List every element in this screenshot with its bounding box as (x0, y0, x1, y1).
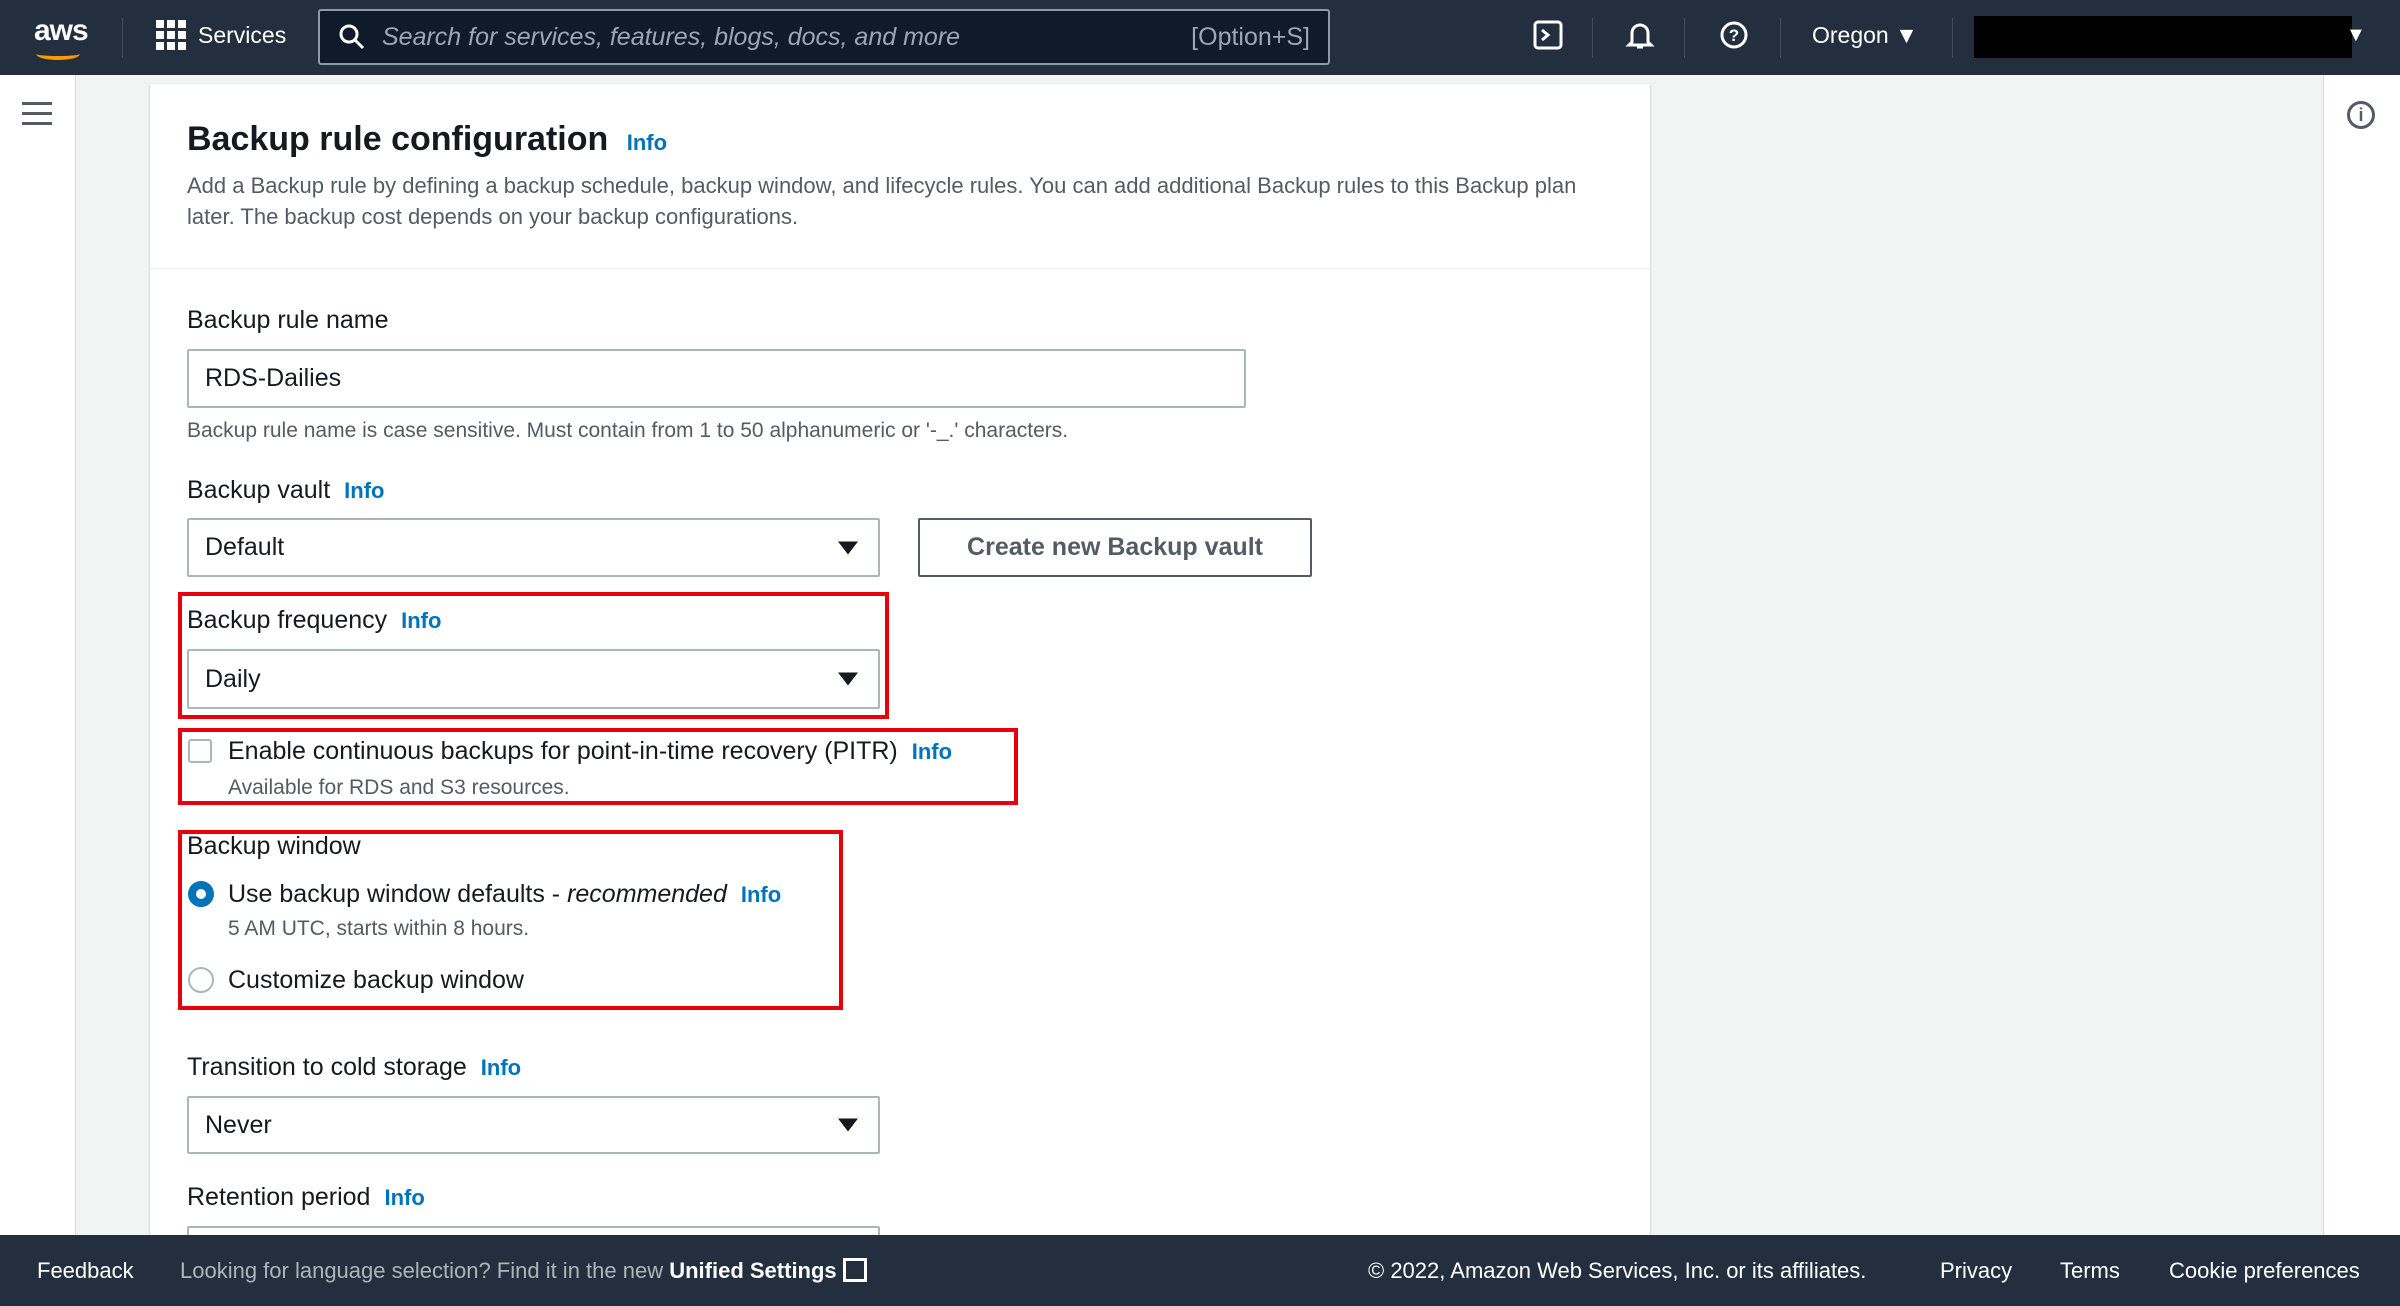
window-custom-label: Customize backup window (228, 966, 524, 994)
unified-settings-link[interactable]: Unified Settings (669, 1258, 836, 1283)
rule-name-value: RDS-Dailies (205, 364, 342, 392)
frequency-select[interactable]: Daily (187, 649, 880, 709)
rule-name-hint: Backup rule name is case sensitive. Must… (187, 419, 1069, 442)
section-description: Add a Backup rule by defining a backup s… (187, 173, 1577, 229)
vault-value: Default (205, 533, 285, 561)
search-placeholder: Search for services, features, blogs, do… (382, 22, 961, 51)
window-default-label: Use backup window defaults - (228, 880, 568, 908)
right-help-rail (2323, 75, 2400, 1235)
grid-icon (156, 20, 186, 50)
divider (1780, 18, 1781, 58)
vault-select[interactable]: Default (187, 518, 880, 577)
feedback-link[interactable]: Feedback (37, 1258, 134, 1284)
frequency-value: Daily (205, 664, 261, 693)
region-label: Oregon (1812, 22, 1889, 48)
cold-storage-select[interactable]: Never (187, 1096, 880, 1154)
pitr-label: Enable continuous backups for point-in-t… (228, 737, 898, 765)
info-link[interactable]: Info (912, 739, 952, 764)
section-header: Backup rule configuration Info (187, 120, 667, 159)
caret-down-icon: ▼ (1895, 22, 1918, 48)
caret-down-icon (838, 672, 858, 686)
info-link[interactable]: Info (344, 478, 384, 503)
divider (1684, 18, 1685, 58)
help-icon[interactable]: ? (1716, 20, 1752, 56)
backup-window-label: Backup window (187, 832, 361, 860)
search-input[interactable]: Search for services, features, blogs, do… (318, 9, 1330, 65)
frequency-label: Backup frequency (187, 606, 388, 634)
privacy-link[interactable]: Privacy (1940, 1258, 2012, 1284)
caret-down-icon[interactable]: ▼ (2346, 24, 2366, 47)
info-link[interactable]: Info (741, 882, 781, 907)
info-link[interactable]: Info (481, 1055, 521, 1080)
page-title: Backup rule configuration (187, 120, 609, 158)
search-icon (339, 24, 365, 50)
divider (1952, 18, 1953, 58)
pitr-hint: Available for RDS and S3 resources. (228, 776, 570, 799)
account-menu-redacted[interactable] (1974, 16, 2352, 58)
divider (122, 18, 123, 58)
cloudshell-icon[interactable] (1530, 20, 1566, 56)
vault-label: Backup vault (187, 476, 331, 504)
aws-logo[interactable]: aws (34, 14, 89, 60)
window-custom-radio[interactable] (188, 967, 214, 993)
language-text: Looking for language selection? Find it … (180, 1258, 670, 1283)
logo-text: aws (34, 14, 89, 47)
cold-storage-value: Never (205, 1110, 272, 1139)
info-link[interactable]: Info (384, 1185, 424, 1210)
rule-name-label: Backup rule name (187, 306, 389, 334)
footer: Feedback Looking for language selection?… (0, 1235, 2400, 1306)
info-link[interactable]: Info (627, 130, 667, 155)
rule-name-input[interactable]: RDS-Dailies (187, 349, 1246, 408)
left-navigation-rail (0, 75, 76, 1235)
divider (1592, 18, 1593, 58)
retention-label: Retention period (187, 1183, 371, 1211)
region-selector[interactable]: Oregon ▼ (1812, 22, 1918, 49)
notifications-bell-icon[interactable] (1622, 20, 1658, 56)
cookie-preferences-link[interactable]: Cookie preferences (2169, 1258, 2360, 1284)
window-default-hint: 5 AM UTC, starts within 8 hours. (228, 917, 530, 940)
create-vault-button[interactable]: Create new Backup vault (918, 518, 1312, 577)
info-panel-icon[interactable]: i (2347, 101, 2375, 129)
hamburger-menu-icon[interactable] (22, 102, 52, 132)
svg-text:?: ? (1729, 26, 1739, 45)
external-link-icon (842, 1258, 867, 1282)
services-label: Services (198, 21, 287, 48)
caret-down-icon (838, 1118, 858, 1132)
info-link[interactable]: Info (401, 608, 441, 633)
cold-storage-label: Transition to cold storage (187, 1053, 467, 1081)
recommended-label: recommended (567, 880, 727, 908)
services-menu-button[interactable]: Services (156, 20, 286, 50)
copyright-text: © 2022, Amazon Web Services, Inc. or its… (1368, 1258, 1867, 1283)
window-default-radio[interactable] (188, 881, 214, 907)
search-shortcut: [Option+S] (1191, 22, 1310, 51)
caret-down-icon (838, 541, 858, 554)
terms-link[interactable]: Terms (2060, 1258, 2120, 1284)
pitr-checkbox[interactable] (188, 739, 212, 763)
